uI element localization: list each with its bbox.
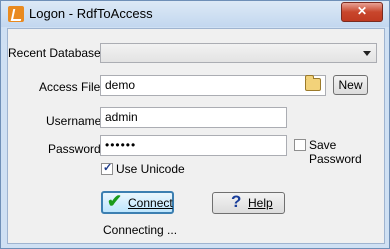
save-password-label: Save Password xyxy=(309,138,362,166)
close-button[interactable]: ✕ xyxy=(341,2,383,22)
password-input[interactable]: •••••• xyxy=(100,135,287,156)
help-button[interactable]: ? Help xyxy=(212,192,285,214)
recent-databases-label: Recent Databases xyxy=(8,46,107,60)
titlebar: Logon - RdfToAccess ✕ xyxy=(1,1,389,27)
password-label: Password xyxy=(48,142,101,156)
logon-window: Logon - RdfToAccess ✕ Recent Databases A… xyxy=(0,0,390,249)
username-label: Username xyxy=(46,114,102,128)
connect-button[interactable]: ✔ Connect xyxy=(101,191,174,214)
chevron-down-icon[interactable] xyxy=(363,51,371,56)
connect-button-label: Connect xyxy=(128,196,173,210)
username-input[interactable]: admin xyxy=(100,107,287,128)
recent-databases-dropdown[interactable] xyxy=(100,43,377,63)
use-unicode-checkbox[interactable] xyxy=(101,161,113,175)
use-unicode-label: Use Unicode xyxy=(116,162,185,176)
green-check-icon: ✔ xyxy=(107,191,123,211)
window-title: Logon - RdfToAccess xyxy=(29,6,153,21)
question-mark-icon: ? xyxy=(231,192,242,211)
save-password-checkbox[interactable] xyxy=(294,139,306,151)
folder-open-icon[interactable] xyxy=(305,75,321,91)
app-icon xyxy=(8,6,24,22)
new-button[interactable]: New xyxy=(333,75,368,95)
status-text: Connecting ... xyxy=(103,223,178,237)
access-file-input[interactable]: demo xyxy=(100,75,326,96)
help-button-label: Help xyxy=(248,196,273,210)
access-file-label: Access File xyxy=(39,80,101,94)
dialog-body: Recent Databases Access File demo New Us… xyxy=(7,28,385,244)
